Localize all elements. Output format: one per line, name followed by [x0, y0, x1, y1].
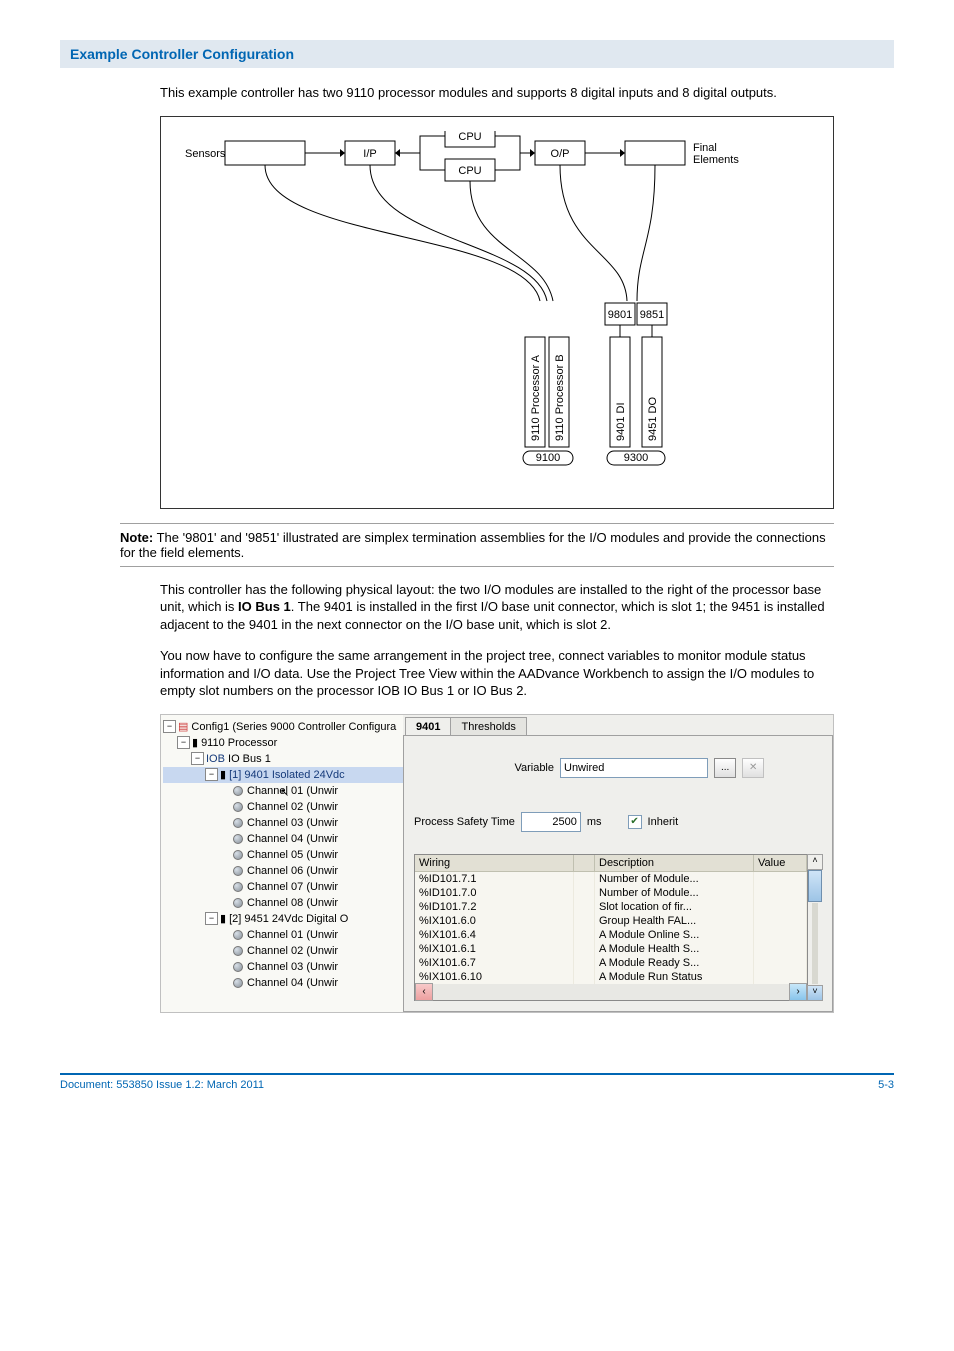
property-pane: 9401 Thresholds Variable ... ✕ Process S… [403, 715, 833, 1012]
tree-channel[interactable]: Channel 02 (Unwir [247, 801, 338, 813]
note-label: Note: [120, 530, 153, 545]
tree-channel[interactable]: Channel 07 (Unwir [247, 881, 338, 893]
col-value[interactable]: Value [754, 855, 807, 872]
tree-channel[interactable]: Channel 04 (Unwir [247, 833, 338, 845]
collapse-icon[interactable]: − [191, 752, 204, 765]
channel-icon [233, 898, 243, 908]
channel-icon [233, 962, 243, 972]
diagram-op-label: O/P [551, 148, 570, 160]
pst-input[interactable] [521, 812, 581, 832]
channel-icon [233, 834, 243, 844]
channel-icon [233, 850, 243, 860]
table-row[interactable]: %IX101.6.0Group Health FAL... [415, 914, 807, 928]
tree-channel[interactable]: Channel 03 (Unwir [247, 817, 338, 829]
inherit-checkbox[interactable]: ✔ [628, 815, 642, 829]
scroll-left-icon[interactable]: ‹ [415, 983, 433, 1001]
tree-bus-prefix: IOB [206, 753, 225, 765]
channel-icon [233, 930, 243, 940]
pst-label: Process Safety Time [414, 816, 515, 828]
config-icon: ▤ [178, 720, 188, 733]
variable-input[interactable] [560, 758, 708, 778]
table-row[interactable]: %ID101.7.2Slot location of fir... [415, 900, 807, 914]
table-row[interactable]: %ID101.7.1Number of Module... [415, 872, 807, 886]
project-tree[interactable]: − ▤ Config1 (Series 9000 Controller Conf… [161, 715, 403, 1012]
tree-channel[interactable]: Channel 03 (Unwir [247, 961, 338, 973]
svg-text:9300: 9300 [624, 452, 648, 464]
collapse-icon[interactable]: − [163, 720, 176, 733]
module-icon: ▮ [220, 768, 226, 781]
tree-module-9451[interactable]: [2] 9451 24Vdc Digital O [229, 913, 348, 925]
note-text: The '9801' and '9851' illustrated are si… [120, 530, 826, 560]
table-row[interactable]: %IX101.6.4A Module Online S... [415, 928, 807, 942]
svg-text:CPU: CPU [458, 165, 481, 177]
scroll-right-icon[interactable]: › [789, 983, 807, 1001]
tree-root[interactable]: Config1 (Series 9000 Controller Configur… [191, 721, 396, 733]
tree-channel[interactable]: Channel 04 (Unwir [247, 977, 338, 989]
table-row[interactable]: %ID101.7.0Number of Module... [415, 886, 807, 900]
channel-icon [233, 978, 243, 988]
svg-text:9451 DO: 9451 DO [647, 396, 659, 440]
channel-icon [233, 882, 243, 892]
channel-icon [233, 786, 243, 796]
tree-channel[interactable]: Channel 01 (Unwir [247, 929, 338, 941]
col-desc[interactable]: Description [595, 855, 754, 872]
tree-module-9401[interactable]: [1] 9401 Isolated 24Vdc [229, 769, 345, 781]
svg-text:9401 DI: 9401 DI [615, 402, 627, 441]
table-row[interactable]: %IX101.6.7A Module Ready S... [415, 956, 807, 970]
block-diagram: Sensors I/P CPU CPU O/P Final Elements [160, 116, 834, 509]
channel-icon [233, 866, 243, 876]
variable-label: Variable [434, 762, 554, 774]
horizontal-scrollbar[interactable]: ‹ › [415, 984, 807, 1000]
section-heading: Example Controller Configuration [60, 40, 894, 68]
svg-text:9110 Processor A: 9110 Processor A [530, 354, 542, 441]
tree-processor[interactable]: 9110 Processor [201, 737, 277, 749]
intro-paragraph: This example controller has two 9110 pro… [160, 84, 834, 102]
footer-document: Document: 553850 Issue 1.2: March 2011 [60, 1079, 264, 1091]
channel-icon [233, 818, 243, 828]
workbench-screenshot: − ▤ Config1 (Series 9000 Controller Conf… [160, 714, 834, 1013]
tree-channel[interactable]: Channel 01 (Unwir [247, 785, 338, 797]
svg-text:Elements: Elements [693, 154, 739, 166]
scroll-up-icon[interactable]: ˄ [807, 854, 823, 870]
tab-9401[interactable]: 9401 [405, 717, 451, 735]
channel-icon [233, 946, 243, 956]
svg-text:9801: 9801 [608, 309, 632, 321]
pst-unit: ms [587, 816, 602, 828]
clear-button: ✕ [742, 758, 764, 778]
table-row[interactable]: %IX101.6.10A Module Run Status [415, 970, 807, 984]
diagram-sensors-label-side: Sensors [185, 148, 226, 160]
note-block: Note: The '9801' and '9851' illustrated … [120, 523, 834, 567]
svg-text:CPU: CPU [458, 131, 481, 143]
col-wiring[interactable]: Wiring [415, 855, 574, 872]
tree-channel[interactable]: Channel 05 (Unwir [247, 849, 338, 861]
tree-channel[interactable]: Channel 02 (Unwir [247, 945, 338, 957]
channel-icon [233, 802, 243, 812]
collapse-icon[interactable]: − [205, 912, 218, 925]
wiring-grid[interactable]: Wiring Description Value %ID101.7.1Numbe… [414, 854, 808, 1001]
module-icon: ▮ [220, 912, 226, 925]
svg-text:9110 Processor B: 9110 Processor B [554, 354, 566, 441]
layout-paragraph: This controller has the following physic… [160, 581, 834, 634]
vertical-scrollbar[interactable]: ˄ ˅ [808, 854, 822, 1001]
tree-bus[interactable]: IO Bus 1 [228, 753, 271, 765]
svg-text:9851: 9851 [640, 309, 664, 321]
configure-paragraph: You now have to configure the same arran… [160, 647, 834, 700]
tab-thresholds[interactable]: Thresholds [450, 717, 526, 735]
diagram-ip-label: I/P [363, 148, 376, 160]
tree-channel[interactable]: Channel 08 (Unwir [247, 897, 338, 909]
collapse-icon[interactable]: − [205, 768, 218, 781]
processor-icon: ▮ [192, 736, 198, 749]
collapse-icon[interactable]: − [177, 736, 190, 749]
tree-channel[interactable]: Channel 06 (Unwir [247, 865, 338, 877]
browse-button[interactable]: ... [714, 758, 736, 778]
svg-text:Final: Final [693, 142, 717, 154]
svg-text:9100: 9100 [536, 452, 560, 464]
inherit-label: Inherit [648, 816, 679, 828]
table-row[interactable]: %IX101.6.1A Module Health S... [415, 942, 807, 956]
footer-page: 5-3 [878, 1079, 894, 1091]
scroll-down-icon[interactable]: ˅ [807, 985, 823, 1001]
cursor-icon: ↖ [280, 786, 289, 799]
